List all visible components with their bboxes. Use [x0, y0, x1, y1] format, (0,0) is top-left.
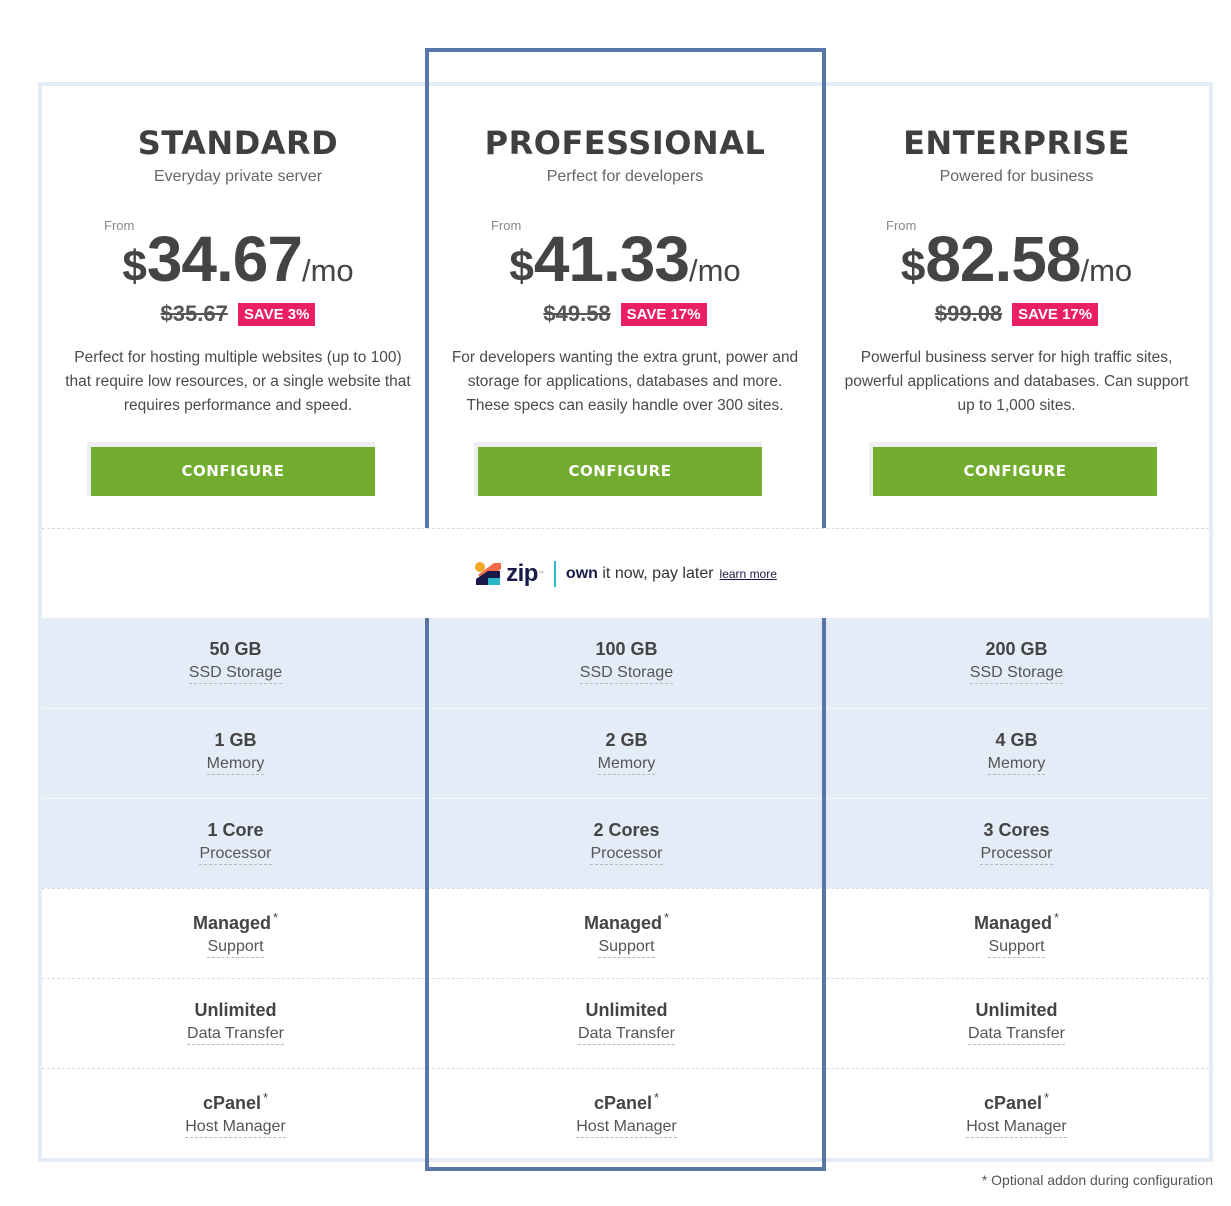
feature-label[interactable]: Memory: [597, 754, 656, 775]
plan-card-standard: STANDARD Everyday private server From $3…: [42, 86, 434, 526]
feature-value: Managed: [583, 913, 662, 933]
plan-tagline: Powered for business: [939, 168, 1094, 185]
feature-row-support: Managed * Support Managed * Support Managed *…: [42, 888, 1209, 978]
plan-name: PROFESSIONAL: [484, 124, 766, 162]
zip-divider: [553, 560, 556, 587]
addon-asterisk: *: [272, 910, 279, 925]
plan-price: $41.33/mo: [429, 222, 821, 296]
feature-value: Managed: [192, 913, 271, 933]
feature-value: cPanel: [202, 1093, 261, 1113]
feature-value: Unlimited: [585, 1000, 668, 1020]
plan-name: STANDARD: [137, 124, 339, 162]
price-period: /mo: [688, 253, 741, 288]
feature-label[interactable]: Host Manager: [576, 1117, 677, 1138]
plan-price: $82.58/mo: [824, 222, 1209, 296]
plan-tagline: Everyday private server: [153, 168, 323, 185]
addon-asterisk: *: [653, 1090, 660, 1105]
feature-label[interactable]: Processor: [590, 844, 663, 865]
zip-logo: zip ™: [474, 560, 544, 588]
feature-label[interactable]: Host Manager: [185, 1117, 286, 1138]
zip-tagline: own it now, pay later: [566, 565, 714, 583]
feature-value: 100 GB: [595, 639, 658, 659]
plan-description: Perfect for hosting multiple websites (u…: [65, 349, 411, 414]
feature-value: 200 GB: [985, 639, 1048, 659]
plan-description: For developers wanting the extra grunt, …: [451, 349, 799, 414]
price-amount: 41.33: [533, 223, 690, 295]
feature-row-data-transfer: Unlimited Data Transfer Unlimited Data Tra…: [42, 978, 1209, 1068]
feature-value: Unlimited: [194, 1000, 277, 1020]
feature-value: Unlimited: [975, 1000, 1058, 1020]
old-price: $35.67: [160, 301, 228, 326]
zip-brand: zip: [506, 559, 538, 587]
feature-label[interactable]: Host Manager: [966, 1117, 1067, 1138]
configure-button[interactable]: CONFIGURE: [478, 447, 762, 496]
addon-footnote: * Optional addon during configuration: [981, 1172, 1213, 1188]
feature-label[interactable]: Support: [207, 937, 264, 958]
zip-pay-banner: zip ™ own it now, pay later learn more: [42, 528, 1209, 618]
feature-label[interactable]: SSD Storage: [188, 663, 283, 684]
feature-label[interactable]: SSD Storage: [579, 663, 674, 684]
configure-button[interactable]: CONFIGURE: [91, 447, 375, 496]
feature-label[interactable]: Data Transfer: [968, 1024, 1065, 1045]
feature-label[interactable]: Data Transfer: [578, 1024, 675, 1045]
feature-label[interactable]: Support: [988, 937, 1045, 958]
plan-card-enterprise: ENTERPRISE Powered for business From $82…: [824, 86, 1209, 526]
feature-label[interactable]: Support: [598, 937, 655, 958]
plan-description: Powerful business server for high traffi…: [844, 349, 1189, 414]
save-badge: SAVE 17%: [1012, 302, 1099, 326]
zip-logo-icon: [475, 561, 502, 585]
plan-card-professional: PROFESSIONAL Perfect for developers From…: [429, 86, 821, 526]
zip-tagline-rest: it now, pay later: [597, 564, 714, 582]
feature-rows: 50 GB SSD Storage 100 GB SSD Storage 200 G…: [42, 618, 1209, 1158]
feature-value: 50 GB: [209, 639, 262, 659]
plan-tagline: Perfect for developers: [546, 168, 704, 185]
feature-row-storage: 50 GB SSD Storage 100 GB SSD Storage 200 G…: [42, 618, 1209, 708]
trademark-mark: ™: [537, 570, 544, 577]
old-price: $49.58: [543, 301, 611, 326]
addon-asterisk: *: [1043, 1090, 1050, 1105]
currency-symbol: $: [122, 242, 147, 291]
price-period: /mo: [301, 253, 354, 288]
currency-symbol: $: [509, 242, 534, 291]
feature-label[interactable]: Processor: [199, 844, 272, 865]
feature-label[interactable]: Memory: [987, 754, 1046, 775]
feature-value: Managed: [973, 913, 1052, 933]
feature-value: 3 Cores: [983, 820, 1050, 840]
configure-button[interactable]: CONFIGURE: [873, 447, 1157, 496]
feature-value: 4 GB: [995, 730, 1038, 750]
zip-tagline-bold: own: [565, 564, 598, 582]
price-period: /mo: [1080, 253, 1133, 288]
plan-name: ENTERPRISE: [903, 124, 1130, 162]
feature-value: 1 Core: [207, 820, 264, 840]
learn-more-link[interactable]: learn more: [720, 567, 777, 581]
plan-price: $34.67/mo: [42, 222, 434, 296]
addon-asterisk: *: [1053, 910, 1060, 925]
currency-symbol: $: [900, 242, 926, 291]
save-badge: SAVE 3%: [237, 302, 316, 326]
addon-asterisk: *: [262, 1090, 269, 1105]
feature-value: 1 GB: [214, 730, 257, 750]
feature-row-memory: 1 GB Memory 2 GB Memory 4 GB Memory: [42, 708, 1209, 798]
old-price: $99.08: [934, 301, 1003, 326]
feature-label[interactable]: Data Transfer: [187, 1024, 284, 1045]
addon-asterisk: *: [663, 910, 670, 925]
feature-value: cPanel: [593, 1093, 652, 1113]
feature-label[interactable]: Memory: [206, 754, 265, 775]
price-amount: 82.58: [925, 223, 1081, 295]
feature-label[interactable]: Processor: [980, 844, 1053, 865]
feature-value: 2 GB: [605, 730, 648, 750]
feature-row-processor: 1 Core Processor 2 Cores Processor 3 Cores…: [42, 798, 1209, 888]
price-amount: 34.67: [146, 223, 303, 295]
feature-value: 2 Cores: [593, 820, 660, 840]
feature-value: cPanel: [983, 1093, 1042, 1113]
feature-label[interactable]: SSD Storage: [969, 663, 1064, 684]
feature-row-host-manager: cPanel * Host Manager cPanel * Host Manager …: [42, 1068, 1209, 1158]
save-badge: SAVE 17%: [620, 302, 707, 326]
